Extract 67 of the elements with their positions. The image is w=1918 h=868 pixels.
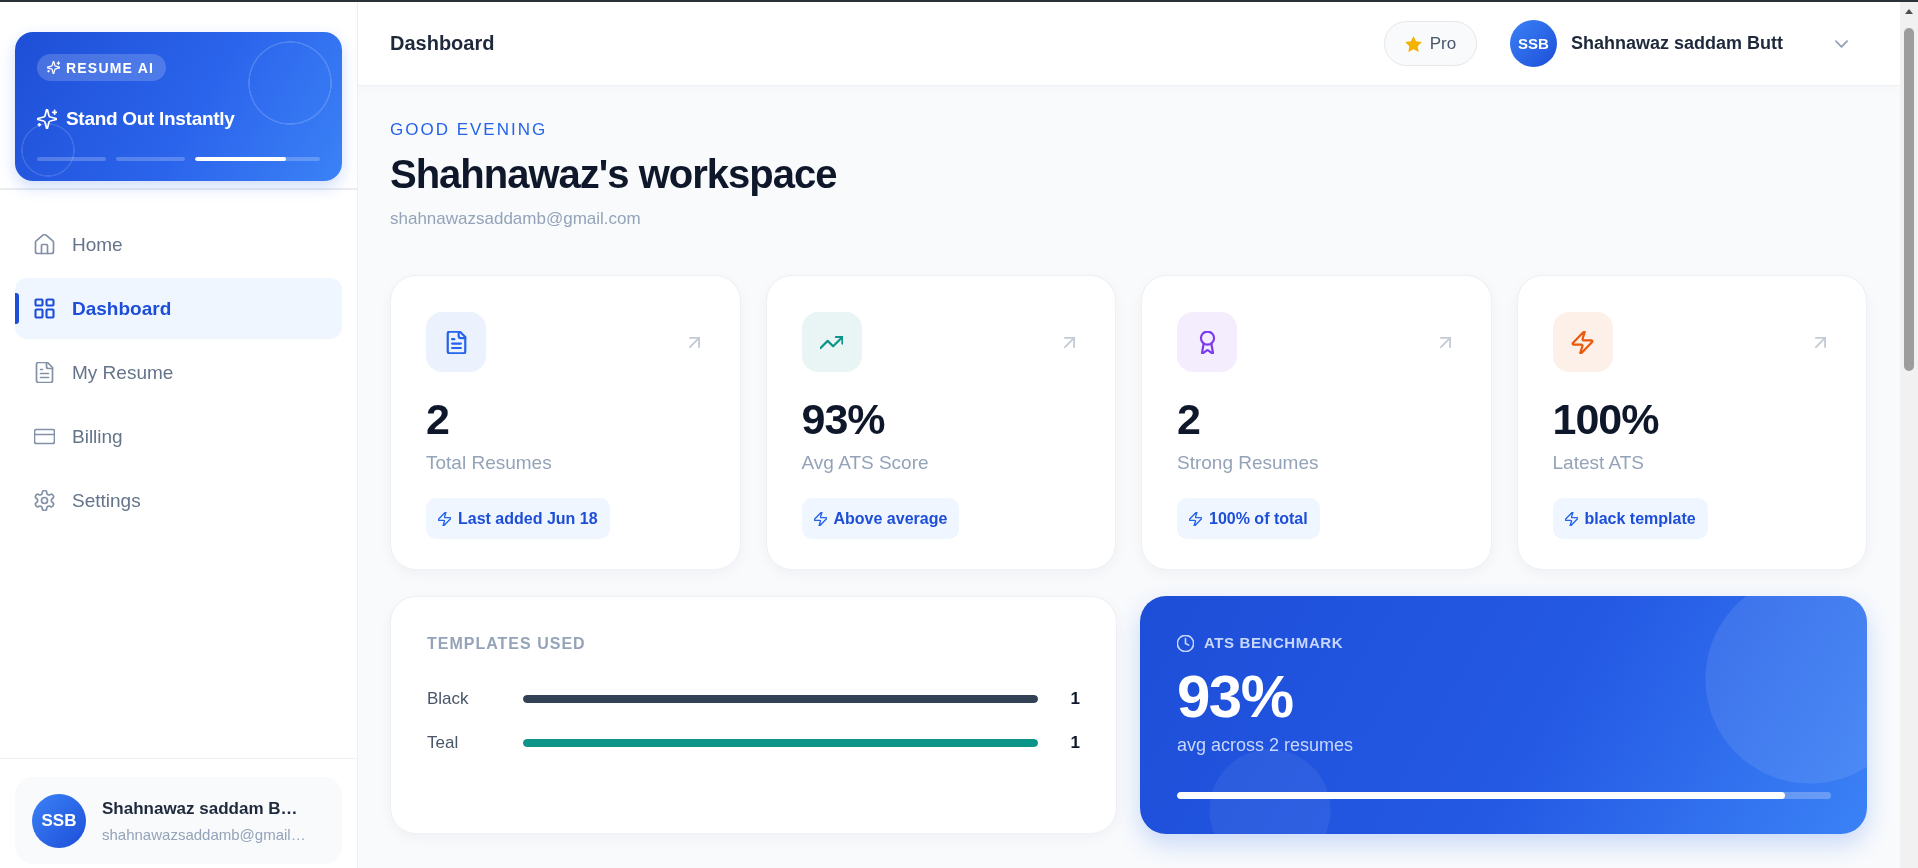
- user-email: shahnawazsaddamb@gmail.com: [390, 208, 642, 230]
- arrow-up-right-icon: [1064, 336, 1075, 348]
- benchmark-title: ATS BENCHMARK: [1204, 634, 1344, 652]
- stat-label: Strong Resumes: [1177, 451, 1319, 475]
- lightning-icon: [438, 511, 451, 526]
- star-icon: [1404, 35, 1422, 52]
- user-avatar[interactable]: SSB: [1509, 20, 1557, 67]
- stat-note: 100% of total: [1209, 509, 1308, 528]
- promo-chip-text: RESUME AI: [66, 59, 155, 76]
- clock-icon: [1177, 634, 1194, 652]
- stat-card[interactable]: 2 Strong Resumes 100% of total: [1141, 275, 1492, 570]
- user-name[interactable]: Shahnawaz saddam Butt: [1570, 33, 1783, 54]
- promo-title: Stand Out Instantly: [66, 107, 235, 131]
- stat-label: Avg ATS Score: [801, 451, 929, 475]
- template-count: 1: [1069, 733, 1080, 753]
- stat-value: 2: [426, 395, 449, 443]
- stat-label: Latest ATS: [1552, 451, 1645, 475]
- carousel-indicator[interactable]: [195, 157, 320, 161]
- document-icon: [34, 362, 55, 383]
- stat-value: 2: [1177, 395, 1200, 443]
- template-count: 1: [1069, 689, 1080, 709]
- stat-label: Total Resumes: [426, 451, 552, 475]
- workspace-title: Shahnawaz's workspace: [390, 152, 838, 196]
- carousel-indicator[interactable]: [116, 157, 186, 161]
- lightning-icon: [813, 511, 827, 526]
- stat-card[interactable]: 93% Avg ATS Score Above average: [765, 275, 1116, 570]
- user-card[interactable]: SSB Shahnawaz saddam B… shahnawazsaddamb@gmail…: [15, 777, 342, 864]
- user-avatar: SSB: [32, 793, 86, 848]
- nav-item[interactable]: Billing: [15, 406, 342, 467]
- stat-note: black template: [1584, 509, 1696, 528]
- template-name: Black: [427, 689, 470, 709]
- user-name: Shahnawaz saddam B…: [102, 798, 299, 819]
- scrollbar-thumb[interactable]: [1904, 28, 1914, 371]
- home-icon: [34, 234, 55, 255]
- scroll-up-arrow-icon[interactable]: [1905, 9, 1913, 14]
- nav-item[interactable]: Settings: [15, 470, 342, 531]
- page-title: Dashboard: [390, 32, 495, 55]
- benchmark-caption: avg across 2 resumes: [1177, 734, 1355, 756]
- stat-value: 93%: [801, 395, 885, 443]
- arrow-up-right-icon: [1439, 336, 1451, 348]
- nav-item[interactable]: Dashboard: [15, 278, 342, 339]
- greeting-label: GOOD EVENING: [390, 120, 549, 140]
- pro-button[interactable]: Pro: [1383, 21, 1477, 66]
- benchmark-score: 93%: [1177, 667, 1294, 727]
- credit-card-icon: [34, 426, 55, 447]
- chevron-down-icon[interactable]: [1835, 39, 1848, 48]
- arrow-up-right-icon: [688, 336, 700, 348]
- scrollbar-track[interactable]: [1900, 2, 1918, 868]
- nav-item[interactable]: Home: [15, 214, 342, 275]
- templates-title: TEMPLATES USED: [427, 634, 587, 654]
- stat-note: Last added Jun 18: [458, 509, 598, 528]
- grid-icon: [34, 298, 55, 319]
- stat-card[interactable]: 100% Latest ATS black template: [1516, 275, 1867, 570]
- stat-value: 100%: [1552, 395, 1659, 443]
- sparkle-icon: [47, 61, 60, 74]
- user-email: shahnawazsaddamb@gmail…: [102, 825, 306, 843]
- lightning-icon: [1189, 511, 1202, 526]
- stat-card[interactable]: 2 Total Resumes Last added Jun 18: [390, 275, 741, 570]
- settings-icon: [34, 490, 55, 511]
- nav-item[interactable]: My Resume: [15, 342, 342, 403]
- template-name: Teal: [427, 733, 460, 753]
- stat-note: Above average: [833, 509, 948, 528]
- sparkle-icon: [37, 109, 57, 129]
- lightning-icon: [1564, 511, 1578, 526]
- active-indicator: [15, 293, 19, 324]
- arrow-up-right-icon: [1815, 336, 1826, 348]
- carousel-indicator[interactable]: [37, 157, 107, 161]
